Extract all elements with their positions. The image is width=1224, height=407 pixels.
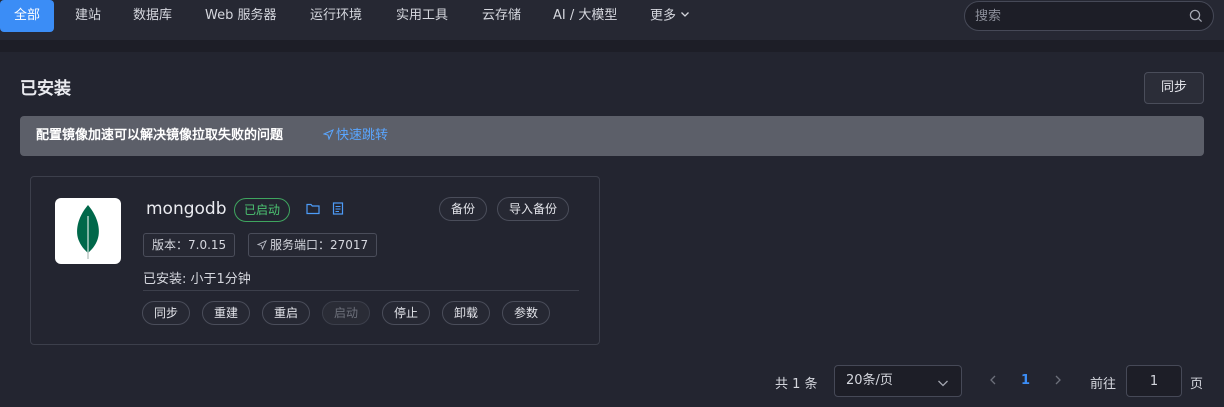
tab-all[interactable]: 全部	[0, 0, 55, 32]
category-bar: 全部 建站 数据库 Web 服务器 运行环境 实用工具 云存储 AI / 大模型…	[0, 0, 1224, 40]
app-sync-button[interactable]: 同步	[142, 301, 190, 325]
page-size-select[interactable]: 20条/页	[834, 365, 962, 397]
quick-jump-label: 快速跳转	[336, 128, 389, 143]
folder-icon[interactable]	[306, 202, 320, 219]
app-card: mongodb 已启动 备份 导入备份 版本：7.0.15 服务端口：27017…	[30, 176, 600, 345]
search-box	[964, 1, 1214, 31]
goto-label: 前往	[1090, 377, 1117, 392]
chevron-down-icon	[937, 377, 949, 392]
tab-tools[interactable]: 实用工具	[396, 0, 448, 32]
status-badge: 已启动	[234, 198, 291, 222]
tab-more[interactable]: 更多	[650, 0, 690, 32]
uninstall-button[interactable]: 卸载	[442, 301, 490, 325]
version-tag: 版本：7.0.15	[143, 233, 236, 257]
backup-button[interactable]: 备份	[439, 197, 487, 221]
port-tag: 服务端口：27017	[248, 233, 378, 257]
page-size-value: 20条/页	[846, 373, 893, 388]
restart-button[interactable]: 重启	[262, 301, 310, 325]
send-icon	[256, 240, 267, 251]
chevron-down-icon	[680, 0, 690, 32]
next-page-icon[interactable]	[1053, 374, 1063, 390]
page-suffix: 页	[1190, 377, 1204, 392]
stop-button[interactable]: 停止	[382, 301, 430, 325]
send-icon	[322, 129, 334, 141]
tab-runtime[interactable]: 运行环境	[310, 0, 362, 32]
divider	[143, 290, 579, 291]
total-count: 共 1 条	[775, 377, 818, 392]
start-button: 启动	[322, 301, 370, 325]
tab-database[interactable]: 数据库	[133, 0, 172, 32]
tab-web-server[interactable]: Web 服务器	[205, 0, 276, 32]
document-icon[interactable]	[332, 202, 344, 219]
tab-ai[interactable]: AI / 大模型	[553, 0, 617, 32]
current-page[interactable]: 1	[1021, 373, 1030, 388]
goto-page-input[interactable]	[1126, 365, 1182, 397]
page-title: 已安装	[20, 79, 71, 99]
search-input[interactable]	[975, 2, 1175, 30]
sync-button[interactable]: 同步	[1144, 72, 1204, 104]
alert-message: 配置镜像加速可以解决镜像拉取失败的问题	[36, 128, 284, 143]
prev-page-icon[interactable]	[988, 374, 998, 390]
mirror-alert: 配置镜像加速可以解决镜像拉取失败的问题 快速跳转	[20, 116, 1204, 156]
app-name: mongodb	[146, 199, 227, 219]
tab-website[interactable]: 建站	[75, 0, 101, 32]
mongodb-logo	[55, 198, 121, 264]
quick-jump-link[interactable]: 快速跳转	[322, 116, 389, 156]
installed-time: 已安装: 小于1分钟	[143, 272, 251, 287]
params-button[interactable]: 参数	[502, 301, 550, 325]
tab-cloud-storage[interactable]: 云存储	[482, 0, 521, 32]
rebuild-button[interactable]: 重建	[202, 301, 250, 325]
port-label: 服务端口：27017	[270, 238, 369, 252]
search-icon[interactable]	[1189, 9, 1203, 23]
tab-more-label: 更多	[650, 8, 677, 24]
import-backup-button[interactable]: 导入备份	[497, 197, 569, 221]
